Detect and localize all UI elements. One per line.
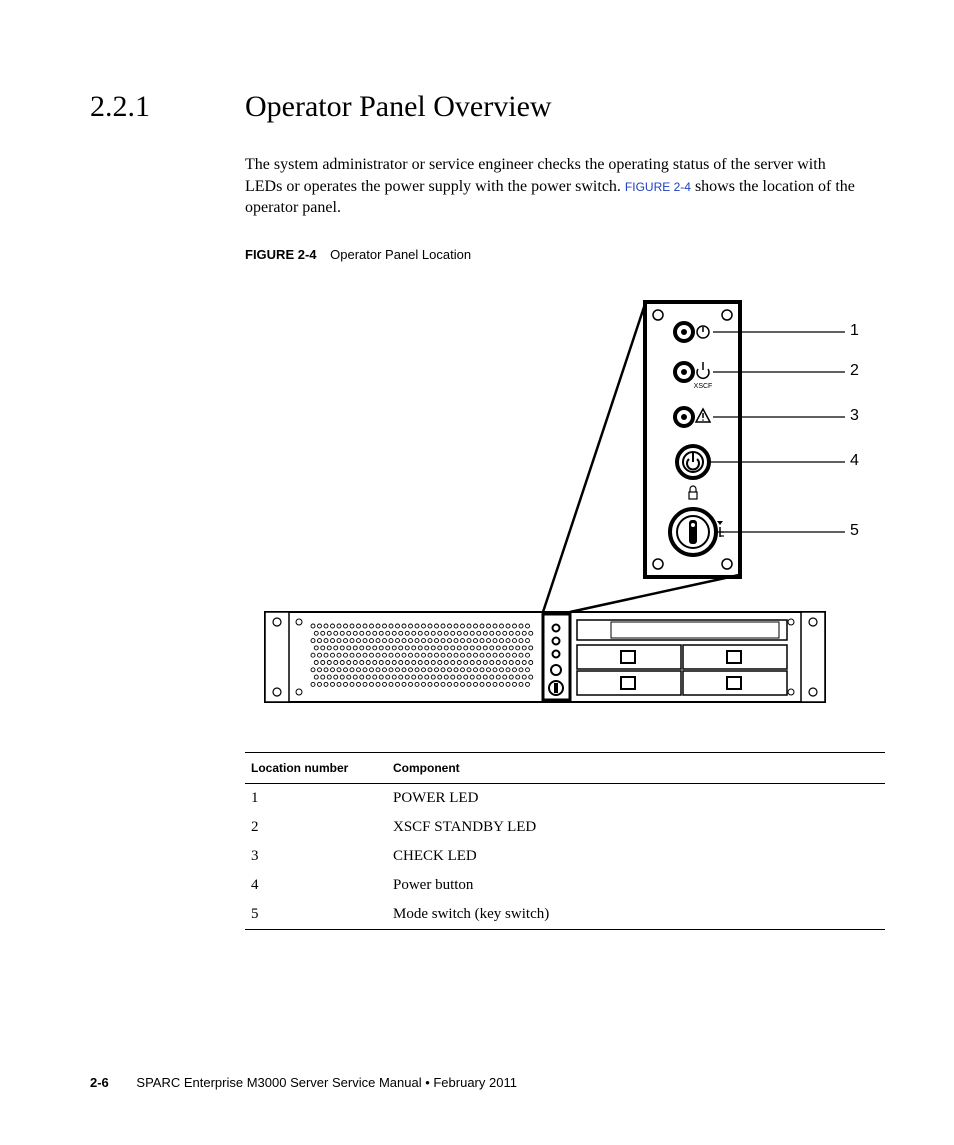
- cell-num: 3: [245, 842, 387, 871]
- callout-5: 5: [850, 522, 859, 540]
- cell-comp: Power button: [387, 871, 885, 900]
- table-row: 2 XSCF STANDBY LED: [245, 813, 885, 842]
- figure-label: FIGURE 2-4: [245, 247, 317, 262]
- section-title: Operator Panel Overview: [245, 90, 552, 124]
- figure-title: Operator Panel Location: [330, 247, 471, 262]
- cell-num: 2: [245, 813, 387, 842]
- cell-comp: POWER LED: [387, 783, 885, 813]
- page-footer: 2-6 SPARC Enterprise M3000 Server Servic…: [90, 1075, 864, 1090]
- table-row: 4 Power button: [245, 871, 885, 900]
- cell-num: 4: [245, 871, 387, 900]
- cell-num: 5: [245, 900, 387, 930]
- callout-2: 2: [850, 362, 859, 380]
- callout-4: 4: [850, 452, 859, 470]
- figure-diagram: XSCF: [245, 292, 885, 732]
- callout-3: 3: [850, 407, 859, 425]
- cell-num: 1: [245, 783, 387, 813]
- th-location-number: Location number: [245, 752, 387, 783]
- section-heading: 2.2.1 Operator Panel Overview: [90, 90, 864, 124]
- footer-pageno: 2-6: [90, 1075, 109, 1090]
- table-row: 1 POWER LED: [245, 783, 885, 813]
- intro-paragraph: The system administrator or service engi…: [245, 154, 864, 219]
- cell-comp: CHECK LED: [387, 842, 885, 871]
- figure-xref[interactable]: FIGURE 2-4: [625, 180, 691, 194]
- table-row: 5 Mode switch (key switch): [245, 900, 885, 930]
- footer-text: SPARC Enterprise M3000 Server Service Ma…: [136, 1075, 517, 1090]
- operator-panel-diagram-svg: XSCF: [245, 292, 885, 732]
- callout-1: 1: [850, 322, 859, 340]
- th-component: Component: [387, 752, 885, 783]
- legend-table: Location number Component 1 POWER LED 2 …: [245, 752, 885, 930]
- svg-text:XSCF: XSCF: [694, 383, 713, 390]
- table-row: 3 CHECK LED: [245, 842, 885, 871]
- cell-comp: XSCF STANDBY LED: [387, 813, 885, 842]
- section-number: 2.2.1: [90, 90, 245, 124]
- table-header-row: Location number Component: [245, 752, 885, 783]
- figure-caption: FIGURE 2-4 Operator Panel Location: [245, 247, 864, 262]
- cell-comp: Mode switch (key switch): [387, 900, 885, 930]
